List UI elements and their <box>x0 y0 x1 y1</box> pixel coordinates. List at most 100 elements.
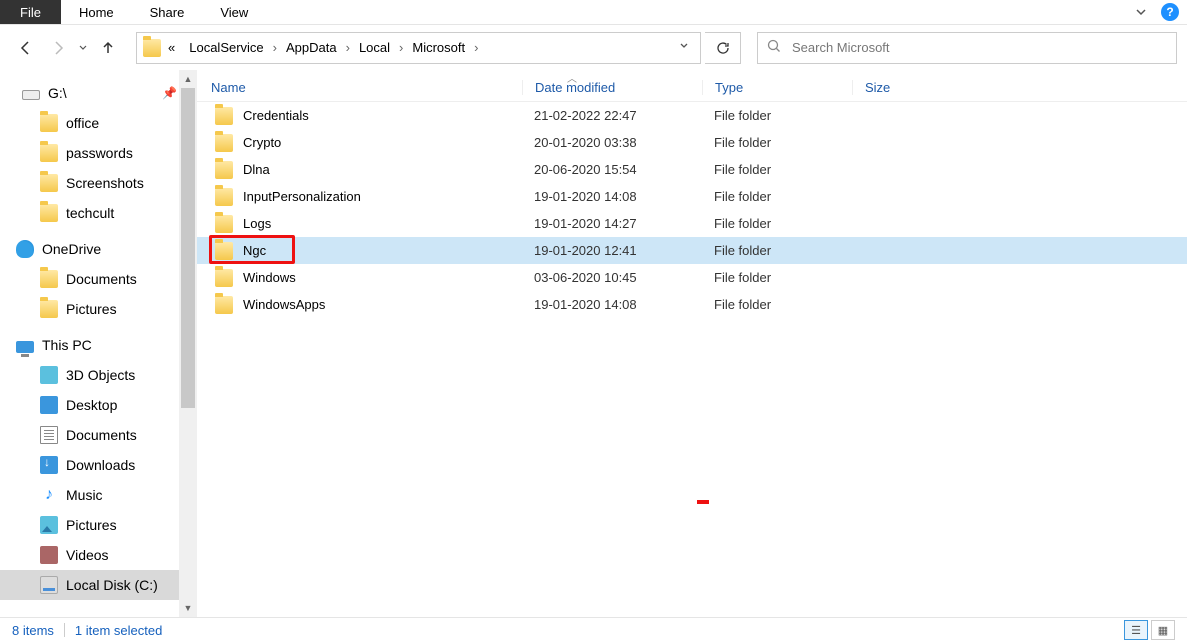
folder-icon <box>40 114 58 132</box>
file-row[interactable]: Windows03-06-2020 10:45File folder <box>197 264 1187 291</box>
sidebar-label: office <box>66 115 99 131</box>
column-name[interactable]: Name <box>197 80 522 95</box>
navigation-pane: G:\📌 office passwords Screenshots techcu… <box>0 70 197 617</box>
file-name: Ngc <box>243 243 266 258</box>
sidebar-label: Videos <box>66 547 109 563</box>
scroll-down-icon[interactable]: ▼ <box>179 599 197 617</box>
column-date[interactable]: Date modified <box>522 80 702 95</box>
help-button[interactable]: ? <box>1153 0 1187 24</box>
tab-file[interactable]: File <box>0 0 61 24</box>
thumbnails-view-button[interactable]: ▦ <box>1151 620 1175 640</box>
videos-icon <box>40 546 58 564</box>
file-date: 20-01-2020 03:38 <box>522 135 702 150</box>
breadcrumb-microsoft[interactable]: Microsoft <box>405 33 472 63</box>
tab-home[interactable]: Home <box>61 0 132 24</box>
sidebar-item-pictures-pc[interactable]: Pictures <box>0 510 197 540</box>
breadcrumb-overflow[interactable]: « <box>161 33 182 63</box>
sidebar-item-3dobjects[interactable]: 3D Objects <box>0 360 197 390</box>
sidebar-item-passwords[interactable]: passwords <box>0 138 197 168</box>
chevron-right-icon[interactable]: › <box>344 40 352 55</box>
sidebar-item-screenshots[interactable]: Screenshots <box>0 168 197 198</box>
sidebar-item-pictures[interactable]: Pictures <box>0 294 197 324</box>
status-item-count: 8 items <box>12 623 54 638</box>
sort-indicator-icon: ︿ <box>567 70 577 85</box>
sidebar-label: This PC <box>42 337 92 353</box>
sidebar-item-documents[interactable]: Documents <box>0 264 197 294</box>
sidebar-item-downloads[interactable]: Downloads <box>0 450 197 480</box>
folder-icon <box>40 144 58 162</box>
pin-icon: 📌 <box>162 86 177 100</box>
file-name: InputPersonalization <box>243 189 361 204</box>
file-type: File folder <box>702 216 852 231</box>
help-icon: ? <box>1161 3 1179 21</box>
ribbon-collapse-icon[interactable] <box>1129 0 1153 24</box>
chevron-right-icon[interactable]: › <box>397 40 405 55</box>
sidebar-item-office[interactable]: office <box>0 108 197 138</box>
recent-locations-dropdown[interactable] <box>76 34 90 62</box>
forward-button[interactable] <box>44 34 72 62</box>
tab-share[interactable]: Share <box>132 0 203 24</box>
search-input[interactable]: Search Microsoft <box>757 32 1177 64</box>
sidebar-item-thispc[interactable]: This PC <box>0 330 197 360</box>
drive-icon <box>22 90 40 100</box>
file-type: File folder <box>702 162 852 177</box>
file-row[interactable]: Dlna20-06-2020 15:54File folder <box>197 156 1187 183</box>
details-view-button[interactable]: ☰ <box>1124 620 1148 640</box>
folder-icon <box>215 296 233 314</box>
sidebar-item-music[interactable]: ♪ Music <box>0 480 197 510</box>
breadcrumb-localservice[interactable]: LocalService <box>182 33 270 63</box>
folder-icon <box>215 107 233 125</box>
chevron-right-icon[interactable]: › <box>271 40 279 55</box>
sidebar-item-techcult[interactable]: techcult <box>0 198 197 228</box>
sidebar-label: Pictures <box>66 301 117 317</box>
column-size[interactable]: Size <box>852 80 952 95</box>
pc-icon <box>16 341 34 353</box>
documents-icon <box>40 426 58 444</box>
scrollbar-thumb[interactable] <box>181 88 195 408</box>
sidebar-scrollbar[interactable]: ▲ ▼ <box>179 70 197 617</box>
up-button[interactable] <box>94 34 122 62</box>
folder-icon <box>40 270 58 288</box>
refresh-button[interactable] <box>705 32 741 64</box>
scroll-up-icon[interactable]: ▲ <box>179 70 197 88</box>
music-icon: ♪ <box>40 486 58 504</box>
3d-icon <box>40 366 58 384</box>
sidebar-item-gdrive[interactable]: G:\📌 <box>0 78 197 108</box>
chevron-right-icon[interactable]: › <box>472 40 480 55</box>
file-row[interactable]: Credentials21-02-2022 22:47File folder <box>197 102 1187 129</box>
status-selection-count: 1 item selected <box>75 623 162 638</box>
address-bar[interactable]: « LocalService › AppData › Local › Micro… <box>136 32 701 64</box>
sidebar-item-videos[interactable]: Videos <box>0 540 197 570</box>
file-row[interactable]: Logs19-01-2020 14:27File folder <box>197 210 1187 237</box>
column-type[interactable]: Type <box>702 80 852 95</box>
address-history-dropdown[interactable] <box>674 40 694 55</box>
back-button[interactable] <box>12 34 40 62</box>
file-type: File folder <box>702 135 852 150</box>
sidebar-item-desktop[interactable]: Desktop <box>0 390 197 420</box>
desktop-icon <box>40 396 58 414</box>
sidebar-item-localdisk[interactable]: Local Disk (C:) <box>0 570 197 600</box>
folder-icon <box>215 134 233 152</box>
breadcrumb-appdata[interactable]: AppData <box>279 33 344 63</box>
sidebar-item-documents-pc[interactable]: Documents <box>0 420 197 450</box>
sidebar-label: Downloads <box>66 457 135 473</box>
folder-icon <box>40 174 58 192</box>
file-name: Windows <box>243 270 296 285</box>
file-row[interactable]: WindowsApps19-01-2020 14:08File folder <box>197 291 1187 318</box>
file-row[interactable]: InputPersonalization19-01-2020 14:08File… <box>197 183 1187 210</box>
folder-icon <box>215 242 233 260</box>
sidebar-label: Music <box>66 487 103 503</box>
file-date: 03-06-2020 10:45 <box>522 270 702 285</box>
file-date: 19-01-2020 12:41 <box>522 243 702 258</box>
sidebar-item-onedrive[interactable]: OneDrive <box>0 234 197 264</box>
file-type: File folder <box>702 108 852 123</box>
downloads-icon <box>40 456 58 474</box>
file-type: File folder <box>702 189 852 204</box>
breadcrumb-local[interactable]: Local <box>352 33 397 63</box>
file-row[interactable]: Ngc19-01-2020 12:41File folder <box>197 237 1187 264</box>
file-name: Dlna <box>243 162 270 177</box>
tab-view[interactable]: View <box>202 0 266 24</box>
file-name: Credentials <box>243 108 309 123</box>
annotation-marker <box>697 500 709 504</box>
file-row[interactable]: Crypto20-01-2020 03:38File folder <box>197 129 1187 156</box>
